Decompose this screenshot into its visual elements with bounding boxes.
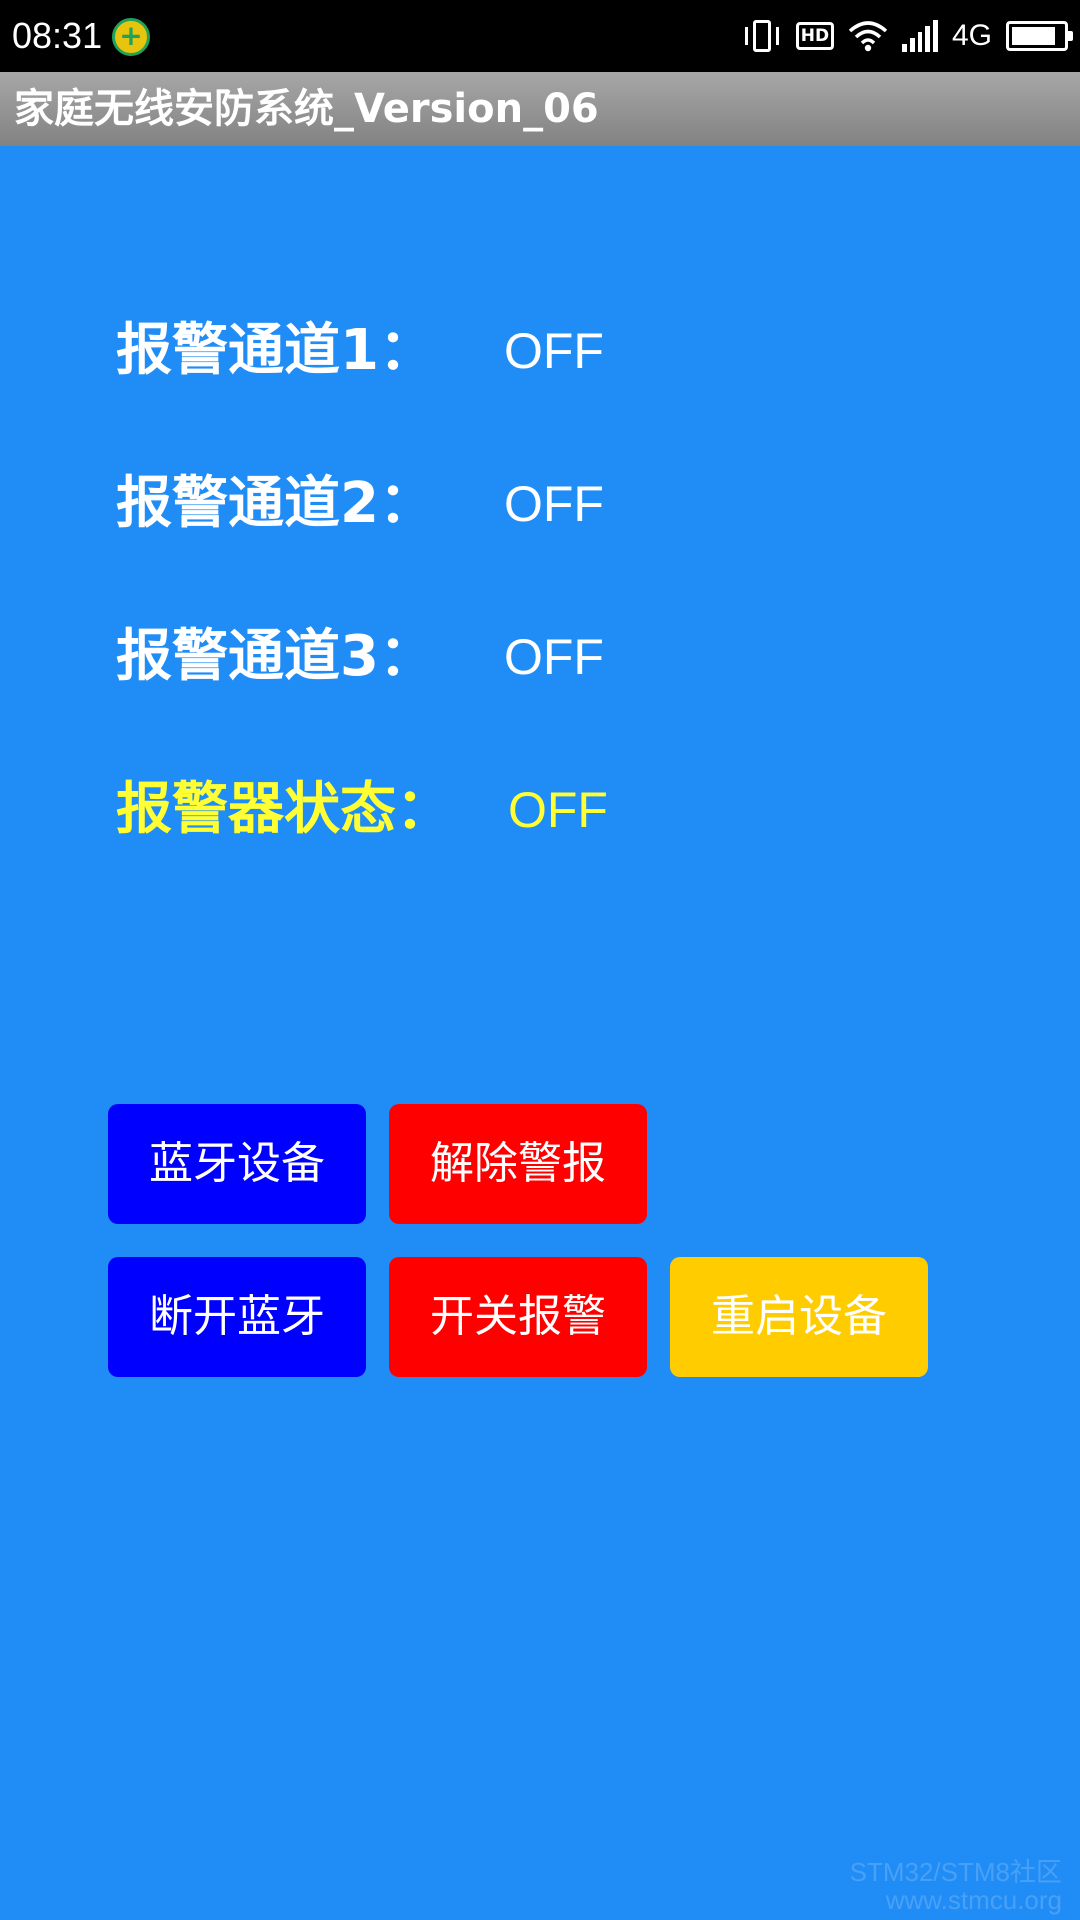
disconnect-bluetooth-button[interactable]: 断开蓝牙 [108, 1257, 366, 1377]
alarm-status-label: 报警器状态： [116, 777, 452, 842]
plus-circle-icon [112, 18, 150, 56]
signal-icon [901, 20, 938, 52]
bluetooth-devices-button[interactable]: 蓝牙设备 [108, 1104, 366, 1224]
channel-1-value: OFF [504, 323, 604, 379]
watermark: STM32/STM8社区 www.stmcu.org [850, 1858, 1062, 1914]
hd-icon: HD [795, 22, 834, 50]
channel-3-label: 报警通道3： [116, 624, 435, 689]
wifi-icon [848, 21, 888, 52]
watermark-line-1: STM32/STM8社区 [849, 1857, 1062, 1887]
channel-3-value: OFF [504, 629, 604, 685]
network-type: 4G [951, 19, 992, 52]
alarm-status-value: OFF [508, 782, 608, 838]
restart-device-button[interactable]: 重启设备 [670, 1257, 928, 1377]
channel-1-label: 报警通道1： [116, 318, 435, 383]
channel-2-value: OFF [504, 476, 604, 532]
vibrate-icon [742, 18, 782, 54]
channel-2-label: 报警通道2： [116, 471, 435, 536]
battery-level [1012, 27, 1055, 45]
clear-alarm-button[interactable]: 解除警报 [389, 1104, 647, 1224]
status-time: 08:31 [12, 15, 103, 56]
status-bar: 08:31 HD 4G [0, 0, 1080, 72]
title-bar: 家庭无线安防系统_Version_06 [0, 72, 1080, 146]
app-title: 家庭无线安防系统_Version_06 [14, 86, 599, 132]
watermark-line-2: www.stmcu.org [885, 1885, 1062, 1915]
toggle-alarm-button[interactable]: 开关报警 [389, 1257, 647, 1377]
status-icons: HD 4G [742, 14, 1073, 58]
battery-icon [1006, 21, 1073, 51]
